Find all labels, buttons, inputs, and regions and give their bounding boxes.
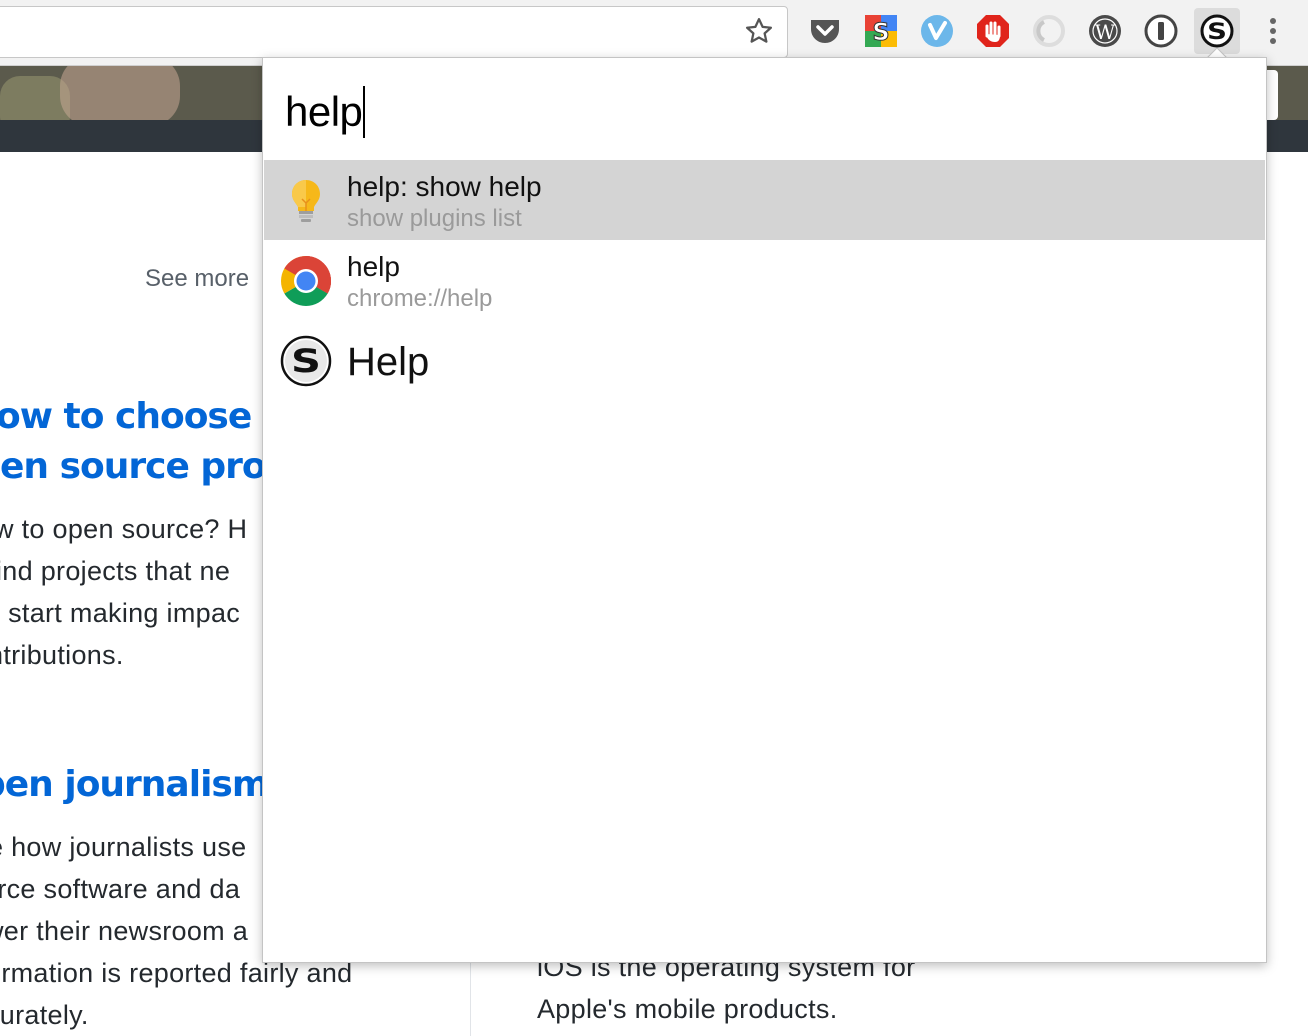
- text-cursor: [363, 86, 366, 138]
- article-title-line[interactable]: en source proje: [0, 446, 301, 487]
- adblock-hand-icon[interactable]: [976, 14, 1010, 48]
- ghostery-icon[interactable]: [1032, 14, 1066, 48]
- result-item[interactable]: help: show help show plugins list: [264, 160, 1265, 240]
- wordpress-icon[interactable]: W: [1088, 14, 1122, 48]
- article-text-line: urce software and da: [0, 874, 241, 904]
- kebab-menu-icon[interactable]: [1256, 14, 1290, 48]
- article-text-line: wer their newsroom a: [0, 916, 249, 946]
- svg-text:W: W: [1095, 20, 1116, 44]
- result-title: Help: [347, 340, 430, 384]
- article-text-line: ind projects that ne: [0, 556, 231, 586]
- article-text-line: ntributions.: [0, 640, 124, 670]
- article-text-line: e how journalists use: [0, 832, 247, 862]
- result-subtitle: show plugins list: [347, 205, 522, 232]
- result-subtitle: chrome://help: [347, 285, 493, 312]
- svg-text:S: S: [1207, 19, 1227, 45]
- column-divider: [470, 960, 471, 1036]
- search-input-text: help: [285, 88, 363, 135]
- article-text-line: w to open source? H: [0, 514, 248, 544]
- hero-image-shape: [60, 66, 180, 120]
- result-title: help: [347, 251, 400, 282]
- see-more-link[interactable]: See more: [145, 265, 249, 293]
- saka-icon: S: [280, 335, 332, 387]
- result-item[interactable]: S Help: [264, 320, 1265, 400]
- saka-popup: help help: show help show plugins list h…: [262, 57, 1267, 963]
- star-icon[interactable]: [742, 14, 776, 48]
- svg-text:S: S: [291, 343, 321, 380]
- chrome-icon: [280, 255, 332, 307]
- sortd-icon[interactable]: S: [864, 14, 898, 48]
- saka-icon: S: [1200, 14, 1234, 48]
- search-input[interactable]: help: [285, 86, 366, 138]
- result-item[interactable]: help chrome://help: [264, 240, 1265, 320]
- address-bar[interactable]: [0, 6, 788, 58]
- article-text-line: curately.: [0, 1000, 89, 1030]
- onepassword-icon[interactable]: [1144, 14, 1178, 48]
- lightbulb-icon: [280, 175, 332, 227]
- article-text-line: l start making impac: [0, 598, 241, 628]
- article-title-line[interactable]: pen journalism: [0, 764, 269, 805]
- result-title: help: show help: [347, 171, 542, 202]
- pocket-icon[interactable]: [808, 14, 842, 48]
- svg-text:S: S: [872, 18, 889, 46]
- vue-icon[interactable]: [920, 14, 954, 48]
- results-list: help: show help show plugins list help c…: [264, 160, 1265, 400]
- article-text-line: Apple's mobile products.: [537, 994, 838, 1024]
